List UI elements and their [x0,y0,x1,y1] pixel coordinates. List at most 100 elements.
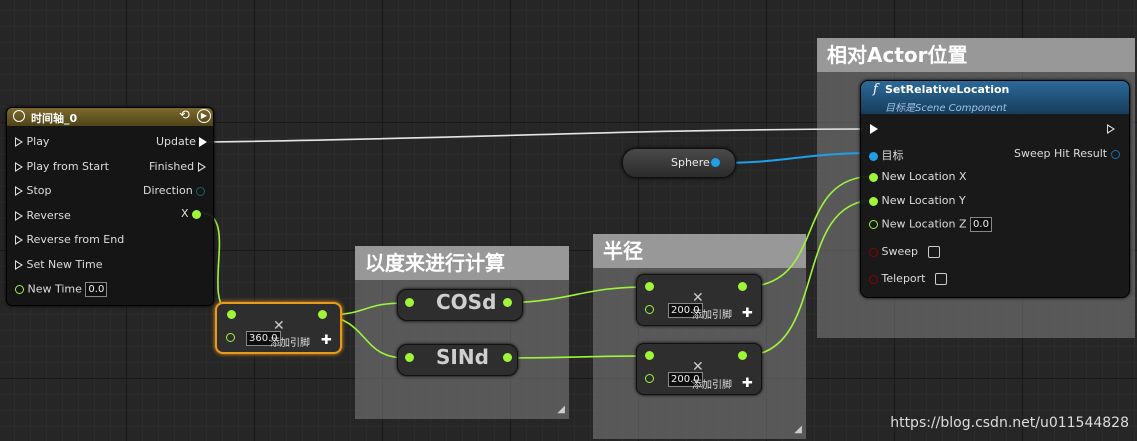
function-subtitle: 目标是Scene Component [885,103,1007,114]
float-input-pin-b[interactable] [645,305,654,314]
pin-label: Set New Time [26,258,103,271]
cos-to-mult-wire [507,286,649,304]
object-pin-icon[interactable] [869,151,878,161]
pin-label: Sweep Hit Result [1014,147,1108,160]
pin-label: Finished [149,160,195,173]
timeline-input-stop[interactable]: Stop [15,184,52,197]
add-pin-icon[interactable]: ✚ [321,333,332,348]
function-title: SetRelativeLocation [885,83,1010,96]
timeline-title: 时间轴_0 [31,112,78,125]
float-input-pin[interactable] [405,353,414,362]
add-pin-label[interactable]: 添加引脚 [692,306,732,321]
enum-pin-icon[interactable] [196,186,206,196]
float-input-pin-b[interactable] [645,374,654,383]
exec-pin-icon[interactable] [15,211,23,221]
float-output-pin[interactable] [503,298,512,307]
pin-label: Reverse from End [26,233,125,246]
pin-label: New Location Z [881,217,967,231]
float-pin-icon[interactable] [869,172,878,182]
exec-pin-icon[interactable] [199,137,208,147]
timeline-input-set-new-time[interactable]: Set New Time [15,258,102,271]
teleport-pin[interactable]: Teleport [869,272,947,285]
float-output-pin[interactable] [738,282,747,291]
add-pin-label[interactable]: 添加引脚 [692,376,732,391]
sweep-hit-result-pin[interactable]: Sweep Hit Result [1014,147,1120,160]
timeline-input-play[interactable]: Play [15,135,49,148]
cos-label: COSd [436,290,497,314]
timeline-output-direction[interactable]: Direction [143,184,206,197]
teleport-checkbox[interactable] [935,273,947,285]
pin-label: Play from Start [26,160,109,173]
sweep-pin[interactable]: Sweep [869,245,940,258]
exec-pin-icon[interactable] [15,162,23,172]
pin-label: 目标 [881,149,904,162]
new-location-z-value[interactable]: 0.0 [970,217,992,232]
pin-label: New Location Y [881,194,966,207]
exec-pin-icon[interactable] [197,162,206,172]
pin-label: X [181,207,189,220]
float-input-pin-b[interactable] [226,333,235,342]
timeline-input-reverse-from-end[interactable]: Reverse from End [15,233,124,246]
float-pin-icon[interactable] [869,196,878,206]
sphere-wire [715,152,876,164]
function-header[interactable]: f SetRelativeLocation 目标是Scene Component [861,81,1129,114]
sin-label: SINd [436,345,489,369]
sphere-label: Sphere [671,156,710,169]
exec-wire [207,128,863,143]
float-input-pin-a[interactable] [645,282,654,291]
new-location-z-pin[interactable]: New Location Z 0.0 [869,217,992,232]
watermark: https://blog.csdn.net/u011544828 [890,415,1129,431]
float-output-pin[interactable] [318,310,327,319]
add-pin-label[interactable]: 添加引脚 [270,334,310,349]
pin-label: Reverse [26,209,71,222]
pin-label: New Location X [881,170,967,183]
float-output-pin[interactable] [738,351,747,360]
float-pin-icon[interactable] [869,220,878,229]
bool-pin-icon[interactable] [869,247,878,257]
new-location-x-pin[interactable]: New Location X [869,170,967,183]
pin-label: Direction [143,184,193,197]
pin-label: Stop [26,184,52,197]
struct-pin-icon[interactable] [1110,149,1120,159]
exec-output-pin-icon[interactable] [1107,124,1115,134]
float-output-pin[interactable] [503,353,512,362]
exec-pin-icon[interactable] [15,235,23,245]
new-time-value[interactable]: 0.0 [85,282,108,297]
exec-pin-icon[interactable] [15,186,23,196]
float-pin-icon[interactable] [192,209,202,219]
sweep-checkbox[interactable] [927,246,940,258]
float-input-pin-a[interactable] [227,310,236,319]
float-input-pin[interactable] [405,298,414,307]
pin-label: Sweep [881,245,919,258]
timeline-header[interactable]: 时间轴_0 ⟲ ▶ [7,108,213,126]
loop-icon[interactable]: ⟲ [179,108,190,123]
timeline-output-update[interactable]: Update [156,135,208,148]
mult-to-locy-wire [742,199,876,357]
remove-pin-icon[interactable]: ✕ [692,290,704,306]
mult-to-locx-wire [742,175,876,288]
float-pin-icon[interactable] [15,285,24,294]
remove-pin-icon[interactable]: ✕ [692,359,704,375]
clock-icon [13,110,25,122]
timeline-output-x[interactable]: X [181,207,202,220]
add-pin-icon[interactable]: ✚ [742,306,753,321]
play-icon[interactable]: ▶ [197,109,211,123]
target-pin[interactable]: 目标 [869,147,904,163]
set-relative-location-node[interactable]: f SetRelativeLocation 目标是Scene Component [860,80,1130,298]
object-pin-icon[interactable] [711,158,720,167]
add-pin-icon[interactable]: ✚ [742,376,753,391]
sin-to-mult-wire [507,355,649,359]
timeline-input-new-time[interactable]: New Time 0.0 [15,282,108,297]
timeline-input-reverse[interactable]: Reverse [15,209,71,222]
timeline-output-finished[interactable]: Finished [149,160,206,173]
remove-pin-icon[interactable]: ✕ [273,318,285,334]
exec-pin-icon[interactable] [15,137,23,147]
exec-input-pin-icon[interactable] [870,124,878,134]
pin-label: New Time [27,282,82,296]
bool-pin-icon[interactable] [869,274,878,284]
float-input-pin-a[interactable] [645,351,654,360]
exec-pin-icon[interactable] [15,260,23,270]
pin-label: Teleport [881,272,926,285]
timeline-input-play-from-start[interactable]: Play from Start [15,160,109,173]
new-location-y-pin[interactable]: New Location Y [869,194,966,207]
